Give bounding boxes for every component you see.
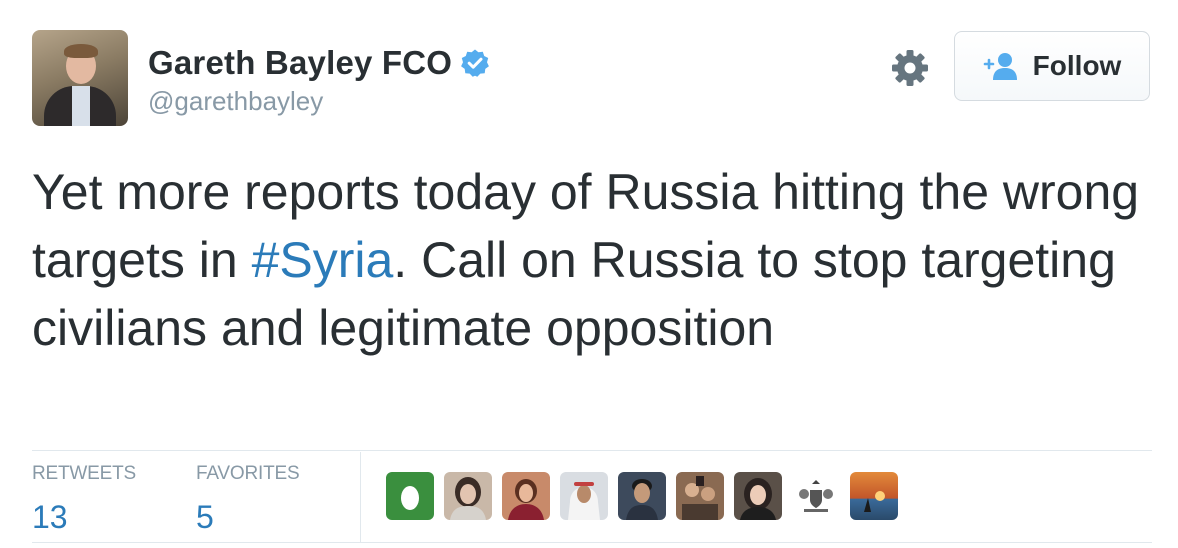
- retweets-count[interactable]: 13: [32, 499, 136, 536]
- avatar-woman-red[interactable]: [502, 472, 550, 520]
- gear-icon[interactable]: [890, 48, 930, 88]
- person-photo-icon: [740, 478, 776, 520]
- favorites-stat[interactable]: FAVORITES 5: [196, 463, 300, 536]
- avatar-woman-blonde[interactable]: [734, 472, 782, 520]
- avatar-woman-dark-hair[interactable]: [444, 472, 492, 520]
- stats-top-divider: [32, 450, 1152, 451]
- tweet-text: Yet more reports today of Russia hitting…: [32, 158, 1152, 362]
- stats-bottom-divider: [32, 542, 1152, 543]
- avatar-coat-of-arms[interactable]: [792, 472, 840, 520]
- egg-icon: [401, 486, 419, 510]
- retweets-label: RETWEETS: [32, 463, 136, 484]
- avatar-hair-shape: [64, 44, 98, 58]
- name-row: Gareth Bayley FCO: [148, 44, 490, 82]
- person-photo-icon: [682, 476, 718, 520]
- sunset-photo-icon: [864, 491, 885, 512]
- user-handle[interactable]: @garethbayley: [148, 86, 323, 117]
- person-photo-icon: [568, 482, 600, 520]
- favorites-count[interactable]: 5: [196, 499, 299, 536]
- profile-avatar[interactable]: [32, 30, 128, 126]
- avatar-egg[interactable]: [386, 472, 434, 520]
- user-name[interactable]: Gareth Bayley FCO: [148, 44, 452, 82]
- verified-badge-icon: [461, 49, 490, 77]
- retweets-stat[interactable]: RETWEETS 13: [32, 463, 136, 536]
- person-photo-icon: [626, 479, 658, 520]
- engager-avatars: [386, 472, 908, 520]
- stats-separator: [360, 452, 361, 542]
- person-photo-icon: [450, 477, 486, 520]
- favorites-label: FAVORITES: [196, 463, 300, 484]
- person-photo-icon: [508, 479, 544, 520]
- person-plus-icon: [983, 53, 1017, 80]
- avatar-man-dark[interactable]: [618, 472, 666, 520]
- coat-of-arms-icon: [799, 480, 833, 512]
- avatar-man-headdress[interactable]: [560, 472, 608, 520]
- hashtag-link[interactable]: #Syria: [252, 232, 394, 288]
- follow-button-label: Follow: [1032, 50, 1122, 81]
- avatar-shirt-shape: [72, 86, 90, 126]
- avatar-sunset[interactable]: [850, 472, 898, 520]
- follow-button[interactable]: Follow: [954, 31, 1150, 101]
- avatar-group[interactable]: [676, 472, 724, 520]
